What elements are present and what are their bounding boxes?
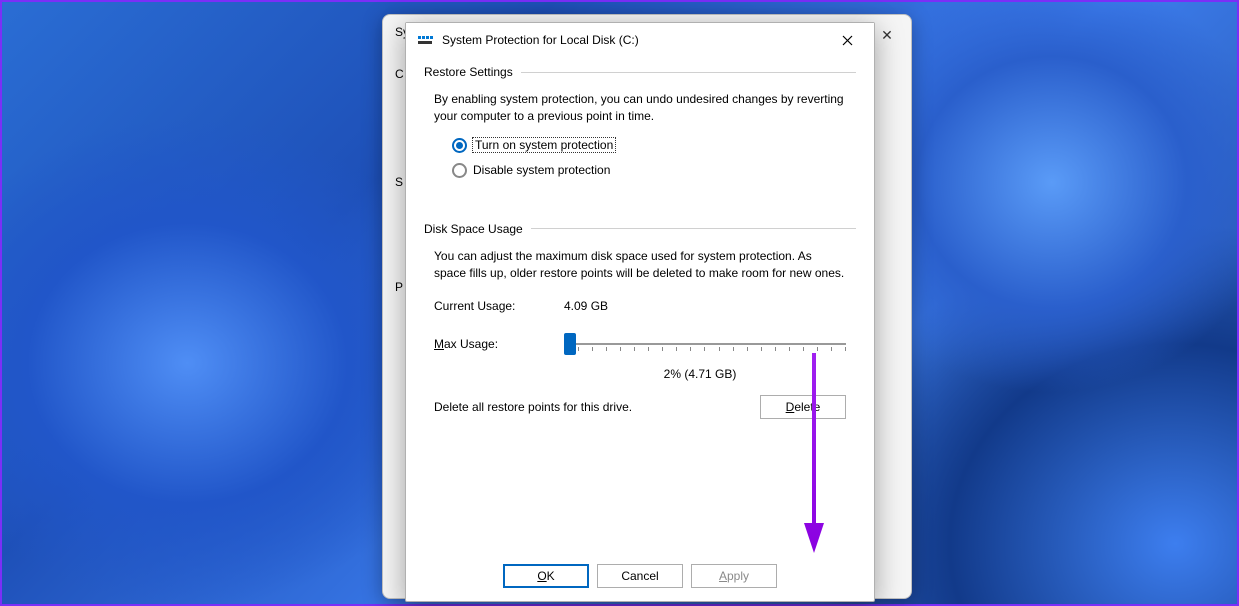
radio-icon: [452, 138, 467, 153]
radio-off-label: Disable system protection: [473, 163, 610, 177]
radio-icon: [452, 163, 467, 178]
close-icon: [842, 35, 853, 46]
close-button[interactable]: [832, 25, 862, 55]
dialog-title: System Protection for Local Disk (C:): [442, 33, 832, 47]
divider: [531, 228, 856, 229]
close-icon[interactable]: ✕: [873, 21, 901, 49]
slider-value-display: 2% (4.71 GB): [424, 367, 856, 381]
restore-settings-label: Restore Settings: [424, 65, 513, 79]
disk-usage-group: Disk Space Usage: [424, 222, 856, 236]
current-usage-row: Current Usage: 4.09 GB: [424, 295, 856, 317]
restore-settings-description: By enabling system protection, you can u…: [424, 91, 856, 138]
system-protection-dialog: System Protection for Local Disk (C:) Re…: [405, 22, 875, 602]
radio-turn-on-protection[interactable]: Turn on system protection: [452, 138, 856, 153]
max-usage-slider[interactable]: [564, 333, 846, 355]
disk-usage-description: You can adjust the maximum disk space us…: [424, 248, 856, 295]
slider-track: [564, 343, 846, 345]
radio-disable-protection[interactable]: Disable system protection: [452, 163, 856, 178]
restore-settings-group: Restore Settings: [424, 65, 856, 79]
slider-ticks: [564, 347, 846, 351]
back-text-c: C: [395, 67, 404, 81]
disk-usage-label: Disk Space Usage: [424, 222, 523, 236]
apply-button[interactable]: Apply: [691, 564, 777, 588]
dialog-footer: OK Cancel Apply: [406, 551, 874, 601]
protection-radio-group: Turn on system protection Disable system…: [424, 138, 856, 178]
titlebar: System Protection for Local Disk (C:): [406, 23, 874, 57]
radio-on-label: Turn on system protection: [473, 138, 615, 152]
current-usage-value: 4.09 GB: [564, 299, 608, 313]
back-text-p: P: [395, 280, 403, 294]
current-usage-label: Current Usage:: [434, 299, 564, 313]
back-text-s: S: [395, 175, 403, 189]
system-icon: [418, 32, 434, 48]
divider: [521, 72, 856, 73]
slider-thumb[interactable]: [564, 333, 576, 355]
max-usage-label: Max Usage:: [434, 337, 564, 351]
ok-button[interactable]: OK: [503, 564, 589, 588]
cancel-button[interactable]: Cancel: [597, 564, 683, 588]
delete-button[interactable]: Delete: [760, 395, 846, 419]
delete-description: Delete all restore points for this drive…: [434, 400, 632, 414]
